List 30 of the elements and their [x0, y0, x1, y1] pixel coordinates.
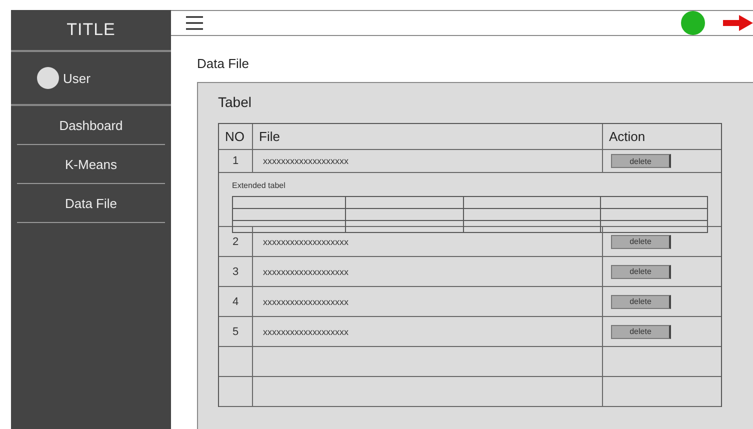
delete-button[interactable]: delete	[611, 234, 671, 248]
file-name: xxxxxxxxxxxxxxxxxxx	[263, 296, 348, 306]
delete-button[interactable]: delete	[611, 154, 671, 168]
column-header: Action	[609, 129, 646, 144]
delete-button[interactable]: delete	[611, 294, 671, 308]
nav-item[interactable]: Dashboard	[17, 106, 165, 145]
file-name: xxxxxxxxxxxxxxxxxxx	[263, 236, 348, 246]
nav-item[interactable]: K-Means	[17, 145, 165, 184]
row-number: 4	[232, 296, 239, 308]
page-heading: Data File	[197, 56, 250, 71]
avatar-icon	[37, 67, 59, 89]
nav-item[interactable]: Data File	[17, 184, 165, 223]
file-name: xxxxxxxxxxxxxxxxxxx	[263, 266, 348, 276]
user-name: User	[63, 70, 90, 86]
column-header: File	[259, 129, 280, 144]
app-title: TITLE	[66, 20, 116, 40]
column-header: NO	[225, 129, 244, 144]
menu-icon[interactable]	[186, 16, 203, 30]
subtable-title: Extended tabel	[232, 181, 286, 190]
row-number: 2	[232, 236, 239, 248]
delete-button[interactable]: delete	[611, 264, 671, 278]
file-name: xxxxxxxxxxxxxxxxxxx	[263, 156, 348, 166]
card-title: Tabel	[218, 94, 252, 110]
row-number: 5	[232, 326, 239, 338]
file-name: xxxxxxxxxxxxxxxxxxx	[263, 326, 348, 336]
status-dot	[681, 11, 705, 35]
arrow-icon[interactable]	[723, 15, 753, 31]
row-number: 1	[232, 155, 239, 167]
row-number: 3	[232, 266, 239, 278]
delete-button[interactable]: delete	[611, 324, 671, 338]
